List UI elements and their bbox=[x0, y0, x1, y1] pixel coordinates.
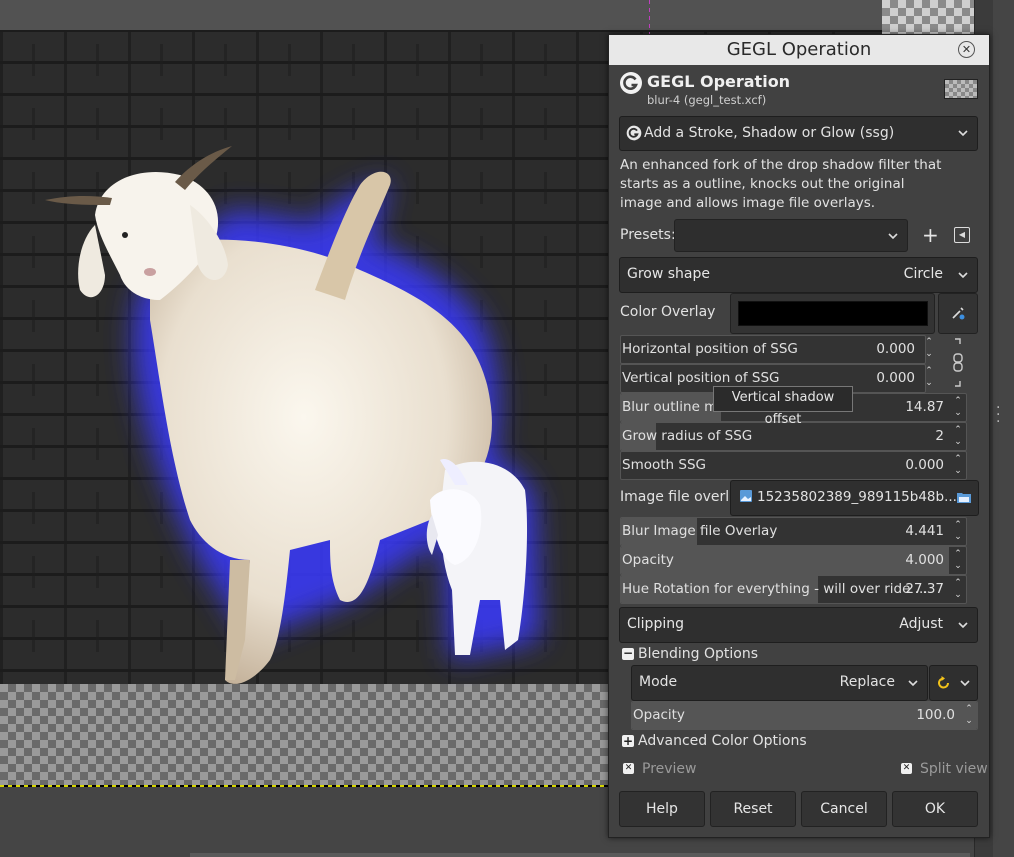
gegl-operation-dialog: GEGL Operation ✕ GEGL Operation blur-4 (… bbox=[608, 34, 990, 838]
preview-checkbox[interactable]: ✕ bbox=[623, 763, 634, 774]
color-swatch bbox=[738, 301, 928, 326]
spin-arrows-icon[interactable]: ⌃ ⌄ bbox=[952, 548, 964, 574]
chevron-down-icon bbox=[888, 233, 898, 240]
spin-label: Vertical position of SSG bbox=[622, 370, 780, 386]
cancel-button[interactable]: Cancel bbox=[801, 791, 887, 827]
image-overlay-label: Image file overlay bbox=[620, 489, 747, 505]
spin-arrows-icon[interactable]: ⌃ ⌄ bbox=[952, 395, 964, 421]
spin-value: 27.37 bbox=[905, 581, 944, 597]
gegl-small-icon bbox=[626, 125, 642, 141]
clipping-value: Adjust bbox=[899, 616, 943, 632]
dialog-header: GEGL Operation blur-4 (gegl_test.xcf) bbox=[619, 71, 978, 109]
split-view-checkbox[interactable]: ✕ bbox=[901, 763, 912, 774]
smooth-ssg-spin[interactable]: Smooth SSG 0.000 ⌃ ⌄ bbox=[620, 451, 967, 480]
reset-button[interactable]: Reset bbox=[710, 791, 796, 827]
spin-arrows-icon[interactable]: ⌃ ⌄ bbox=[952, 453, 964, 479]
spin-arrows-icon[interactable]: ⌃ ⌄ bbox=[952, 519, 964, 545]
image-overlay-filename: 15235802389_989115b48b... bbox=[757, 489, 957, 505]
add-preset-icon[interactable]: + bbox=[922, 225, 939, 245]
clipping-label: Clipping bbox=[627, 616, 684, 632]
operation-label: Add a Stroke, Shadow or Glow (ssg) bbox=[644, 125, 895, 141]
description-line: image and allows image file overlays. bbox=[620, 195, 876, 211]
header-subtitle: blur-4 (gegl_test.xcf) bbox=[647, 93, 767, 107]
ok-button[interactable]: OK bbox=[892, 791, 978, 827]
close-icon[interactable]: ✕ bbox=[958, 41, 975, 58]
image-overlay-file-button[interactable]: 15235802389_989115b48b... bbox=[730, 480, 979, 516]
spin-arrows-icon[interactable]: ⌃ ⌄ bbox=[952, 577, 964, 603]
help-button[interactable]: Help bbox=[619, 791, 705, 827]
tooltip: Vertical shadow offset bbox=[713, 386, 853, 427]
spin-value: 0.000 bbox=[876, 370, 915, 386]
spin-arrows-icon[interactable]: ⌃ ⌄ bbox=[923, 336, 935, 362]
split-view-label: Split view bbox=[920, 761, 988, 777]
color-picker-button[interactable] bbox=[938, 293, 978, 334]
mode-label: Mode bbox=[639, 674, 678, 690]
eyedropper-icon bbox=[952, 307, 965, 320]
spin-label: Smooth SSG bbox=[622, 457, 706, 473]
grow-shape-select[interactable]: Grow shape Circle bbox=[619, 257, 978, 293]
composite-mode-select[interactable] bbox=[929, 665, 978, 701]
chevron-down-icon bbox=[958, 272, 968, 279]
spin-arrows-icon[interactable]: ⌃ ⌄ bbox=[952, 424, 964, 450]
clipping-select[interactable]: Clipping Adjust bbox=[619, 607, 978, 643]
chevron-down-icon bbox=[960, 680, 970, 687]
spin-label: Blur Image file Overlay bbox=[622, 523, 778, 539]
dock-handle-icon[interactable]: · · · bbox=[996, 401, 1000, 429]
presets-label: Presets: bbox=[620, 227, 676, 243]
color-overlay-button[interactable] bbox=[730, 293, 935, 334]
description-line: starts as a outline, knocks out the orig… bbox=[620, 176, 905, 192]
spin-value: 4.000 bbox=[905, 552, 944, 568]
chevron-down-icon bbox=[958, 622, 968, 629]
layer-thumbnail bbox=[944, 79, 978, 99]
color-overlay-label: Color Overlay bbox=[620, 304, 716, 320]
dialog-titlebar[interactable]: GEGL Operation ✕ bbox=[609, 35, 989, 65]
blur-image-overlay-spin[interactable]: Blur Image file Overlay 4.441 ⌃ ⌄ bbox=[620, 517, 967, 546]
spin-label: Hue Rotation for everything - will over … bbox=[622, 581, 928, 597]
preview-label: Preview bbox=[642, 761, 697, 777]
spin-value: 100.0 bbox=[916, 707, 955, 723]
blend-opacity-spin[interactable]: Opacity 100.0 ⌃ ⌄ bbox=[631, 701, 978, 730]
horizontal-position-spin[interactable]: Horizontal position of SSG 0.000 bbox=[620, 335, 926, 364]
chain-link-icon[interactable] bbox=[951, 338, 965, 388]
spin-label: Horizontal position of SSG bbox=[622, 341, 798, 357]
reset-arrow-icon bbox=[938, 676, 949, 689]
gegl-logo-icon bbox=[620, 72, 642, 94]
operation-description: An enhanced fork of the drop shadow filt… bbox=[620, 156, 941, 213]
opacity-spin[interactable]: Opacity 4.000 ⌃ ⌄ bbox=[620, 546, 967, 575]
spin-label: Opacity bbox=[633, 707, 685, 723]
spin-value: 0.000 bbox=[905, 457, 944, 473]
spin-value: 4.441 bbox=[905, 523, 944, 539]
presets-combo[interactable] bbox=[674, 219, 908, 252]
spin-label: Grow radius of SSG bbox=[622, 428, 753, 444]
spin-value: 14.87 bbox=[905, 399, 944, 415]
open-file-icon[interactable] bbox=[956, 489, 972, 505]
operation-select[interactable]: Add a Stroke, Shadow or Glow (ssg) bbox=[619, 116, 978, 151]
spin-arrows-icon[interactable]: ⌃ ⌄ bbox=[963, 703, 975, 729]
advanced-color-options-toggle[interactable]: Advanced Color Options bbox=[638, 733, 807, 749]
spin-arrows-icon[interactable]: ⌃ ⌄ bbox=[923, 365, 935, 391]
collapse-icon[interactable]: − bbox=[622, 647, 634, 660]
hue-rotation-spin[interactable]: Hue Rotation for everything - will over … bbox=[620, 575, 967, 604]
spin-value: 0.000 bbox=[876, 341, 915, 357]
window-title: GEGL Operation bbox=[726, 39, 872, 60]
spin-label: Opacity bbox=[622, 552, 674, 568]
horizontal-scrollbar[interactable] bbox=[190, 853, 970, 857]
preset-menu-icon[interactable]: ◀ bbox=[954, 227, 970, 243]
description-line: An enhanced fork of the drop shadow filt… bbox=[620, 157, 942, 173]
chevron-down-icon bbox=[908, 680, 918, 687]
mode-select[interactable]: Mode Replace bbox=[631, 665, 928, 701]
blending-options-toggle[interactable]: Blending Options bbox=[638, 646, 758, 662]
spin-label: Blur outline mo bbox=[622, 399, 726, 415]
expand-icon[interactable]: + bbox=[622, 735, 634, 747]
grow-shape-label: Grow shape bbox=[627, 266, 711, 282]
grow-shape-value: Circle bbox=[903, 266, 943, 282]
header-title: GEGL Operation bbox=[647, 72, 791, 91]
chevron-down-icon bbox=[958, 130, 968, 137]
spin-value: 2 bbox=[935, 428, 944, 444]
mode-value: Replace bbox=[839, 674, 895, 690]
image-file-icon bbox=[740, 490, 752, 502]
